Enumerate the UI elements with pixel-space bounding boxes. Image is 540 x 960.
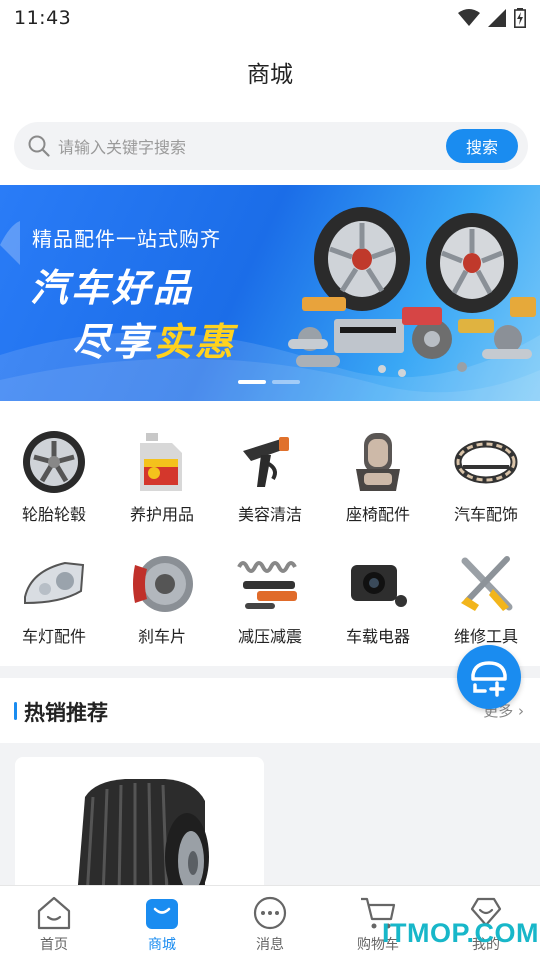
signal-icon — [488, 9, 506, 27]
nav-label: 首页 — [40, 937, 68, 953]
category-shocks[interactable]: 减压减震 — [216, 549, 324, 647]
category-label: 轮胎轮毂 — [21, 505, 86, 524]
banner-subtitle: 精品配件一站式购齐 — [32, 227, 221, 251]
auto-parts-image — [288, 207, 536, 377]
home-icon — [34, 894, 74, 932]
category-label: 养护用品 — [129, 505, 194, 524]
nav-home[interactable]: 首页 — [0, 886, 108, 960]
add-vehicle-float-button[interactable] — [457, 645, 521, 709]
category-label: 汽车配饰 — [453, 505, 518, 524]
category-label: 减压减震 — [237, 627, 302, 646]
page-title: 商城 — [247, 62, 293, 88]
search-button[interactable]: 搜索 — [446, 129, 518, 163]
product-card[interactable] — [15, 757, 264, 897]
category-label: 车载电器 — [345, 627, 410, 646]
category-grid: 轮胎轮毂 养护用品 美容清洁 座椅配件 汽车配饰 车灯配件 刹车片 减压减震 车… — [0, 401, 540, 666]
category-tools[interactable]: 维修工具 — [432, 549, 540, 647]
headlight-icon — [19, 549, 89, 619]
hot-section-title: 热销推荐 — [24, 701, 108, 725]
category-electronics[interactable]: 车载电器 — [324, 549, 432, 647]
category-label: 座椅配件 — [345, 505, 410, 524]
category-maintenance[interactable]: 养护用品 — [108, 427, 216, 525]
category-label: 车灯配件 — [21, 627, 86, 646]
category-label: 美容清洁 — [237, 505, 302, 524]
search-bar[interactable]: 请输入关键字搜索 搜索 — [14, 122, 528, 170]
nav-label: 商城 — [148, 937, 176, 953]
banner-title-yellow: 实惠 — [154, 320, 237, 364]
spray-gun-icon — [235, 427, 305, 497]
promo-banner[interactable]: 精品配件一站式购齐 汽车好品 尽享实惠 — [0, 185, 540, 401]
watermark: ITMOP.COM — [382, 918, 540, 948]
banner-title-line2: 尽享实惠 — [72, 311, 236, 366]
car-seat-icon — [343, 427, 413, 497]
category-lights[interactable]: 车灯配件 — [0, 549, 108, 647]
wifi-icon — [458, 9, 480, 26]
banner-dot-active[interactable] — [238, 380, 266, 384]
nav-label: 消息 — [256, 937, 284, 953]
category-label: 刹车片 — [137, 627, 186, 646]
category-seats[interactable]: 座椅配件 — [324, 427, 432, 525]
category-label: 维修工具 — [453, 627, 518, 646]
nav-messages[interactable]: 消息 — [216, 886, 324, 960]
brake-disc-icon — [127, 549, 197, 619]
shock-absorber-icon — [235, 549, 305, 619]
category-tires[interactable]: 轮胎轮毂 — [0, 427, 108, 525]
shopping-bag-icon — [142, 894, 182, 932]
hot-products — [0, 743, 540, 897]
category-cleaning[interactable]: 美容清洁 — [216, 427, 324, 525]
category-accessories[interactable]: 汽车配饰 — [432, 427, 540, 525]
message-icon — [250, 894, 290, 932]
page-header: 商城 — [0, 36, 540, 108]
oil-bottle-icon — [127, 427, 197, 497]
chevron-right-icon: › — [513, 702, 524, 720]
status-bar: 11:43 — [0, 0, 540, 36]
banner-pagination — [238, 380, 300, 384]
car-plus-icon — [471, 661, 507, 697]
status-icons — [458, 8, 526, 28]
banner-title-white: 尽享 — [72, 320, 155, 364]
banner-title-line1: 汽车好品 — [30, 266, 195, 310]
search-icon — [28, 135, 50, 157]
battery-icon — [514, 8, 526, 28]
tire-product-image — [77, 779, 209, 897]
repair-tools-icon — [451, 549, 521, 619]
banner-dot[interactable] — [272, 380, 300, 384]
status-time: 11:43 — [14, 7, 72, 29]
nav-mall[interactable]: 商城 — [108, 886, 216, 960]
dashcam-icon — [343, 549, 413, 619]
steering-cover-icon — [451, 427, 521, 497]
section-accent-bar — [14, 702, 17, 720]
category-brakes[interactable]: 刹车片 — [108, 549, 216, 647]
wheel-rim-icon — [19, 427, 89, 497]
